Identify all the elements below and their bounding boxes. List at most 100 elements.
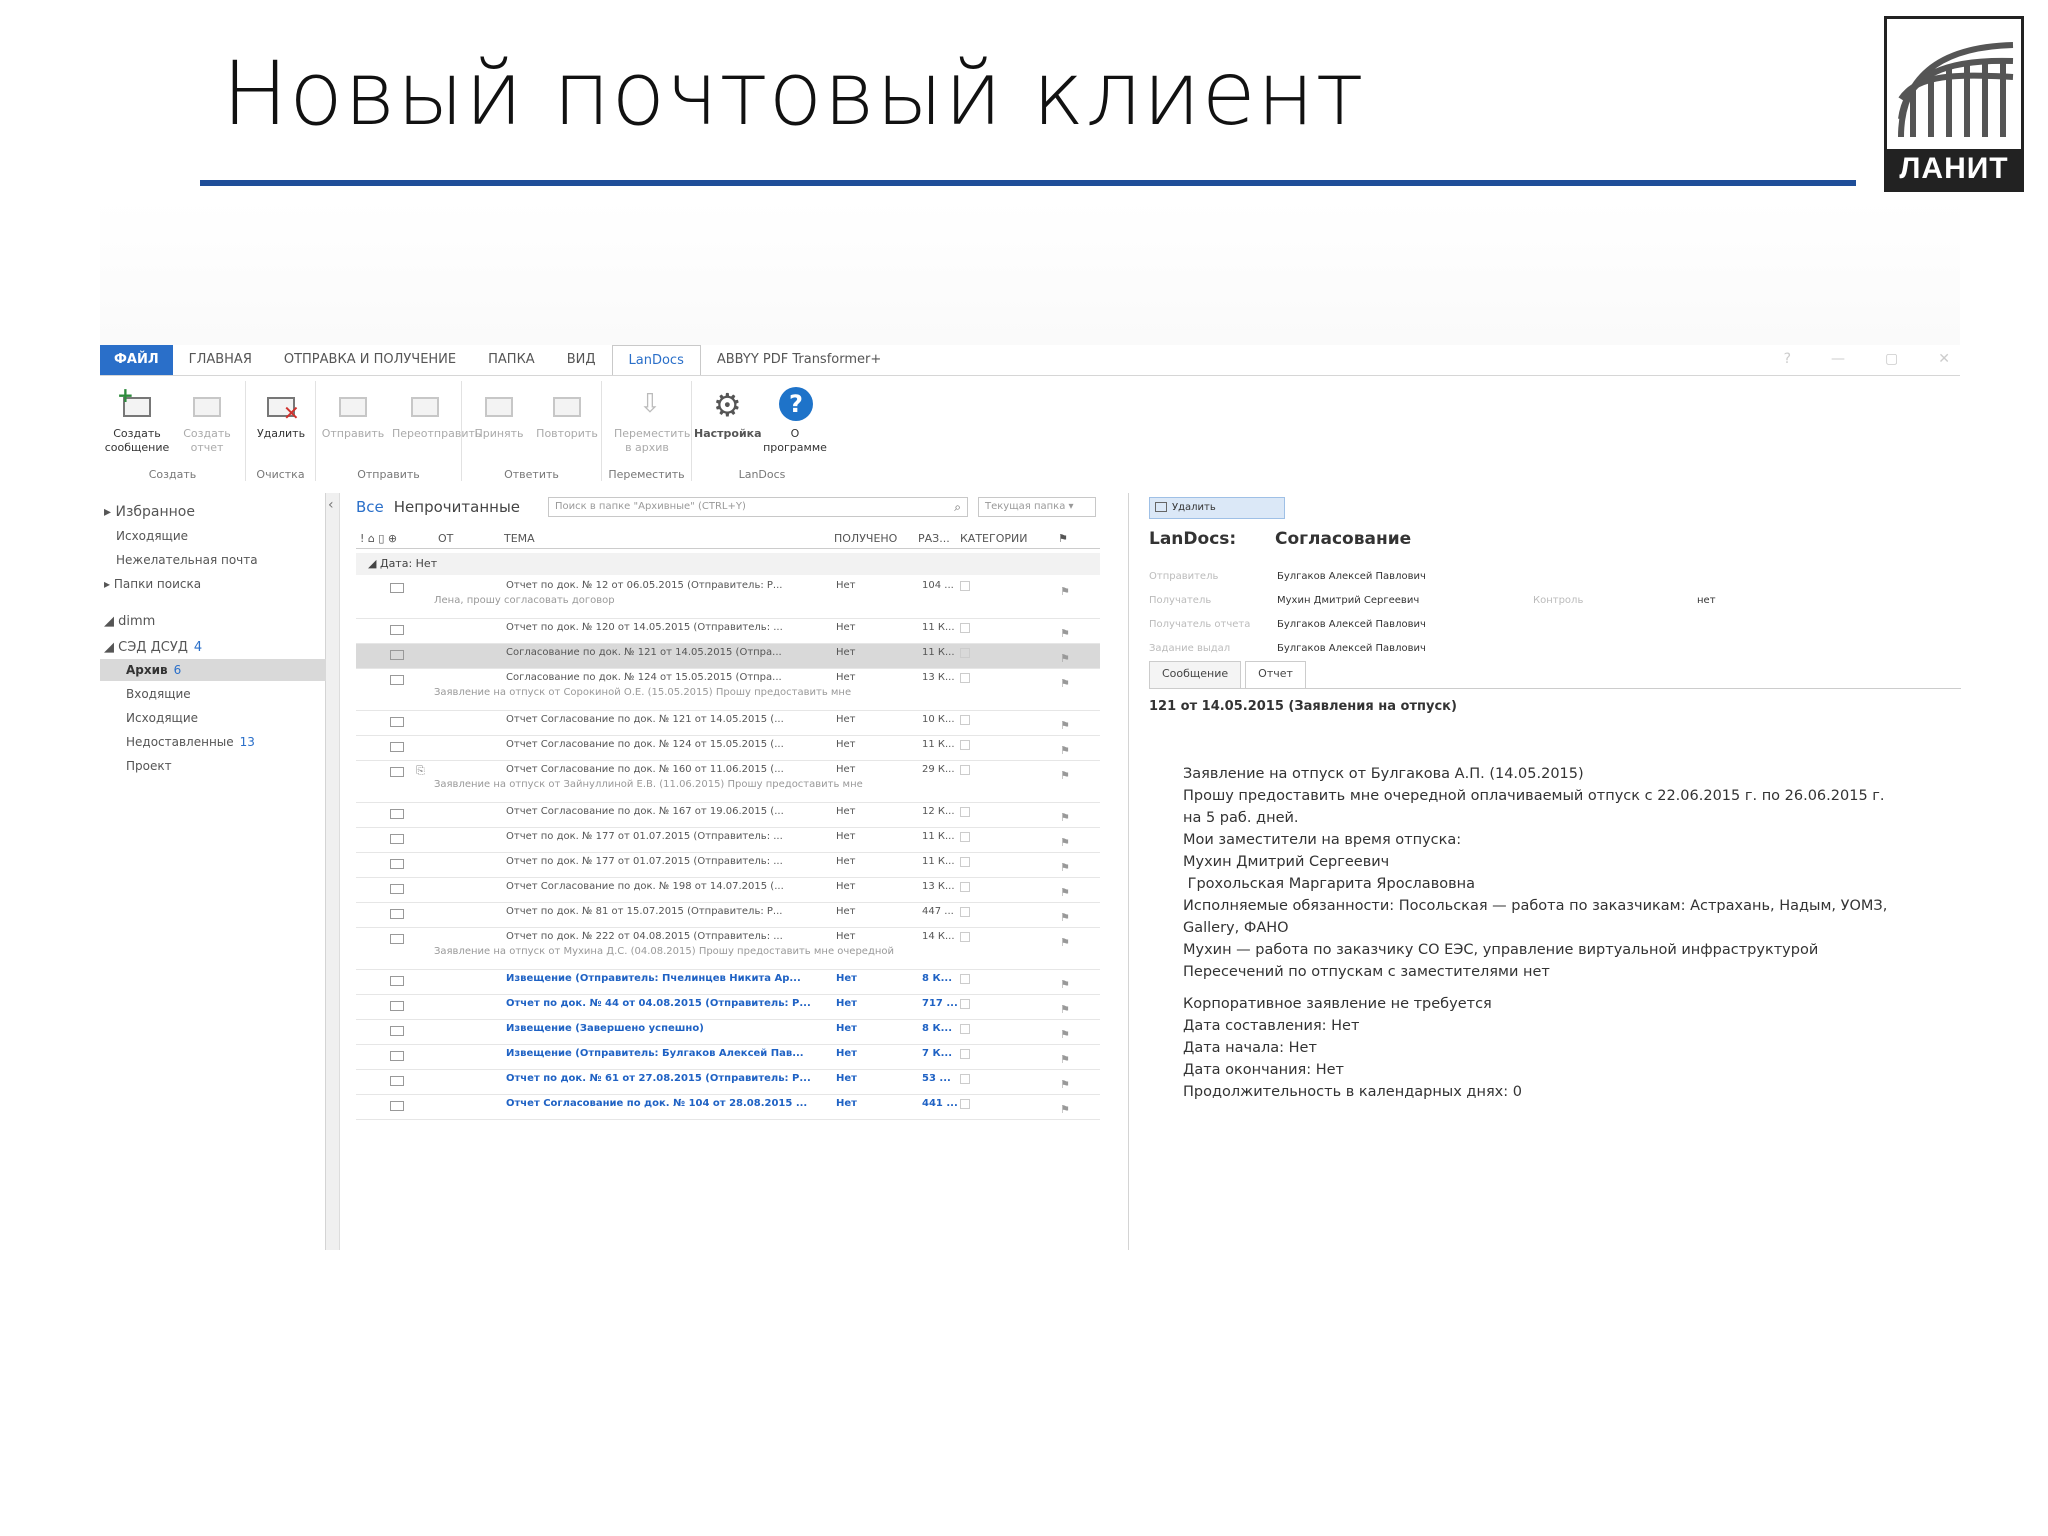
- category-box[interactable]: [960, 623, 970, 633]
- table-row[interactable]: Отчет по док. № 177 от 01.07.2015 (Отпра…: [356, 853, 1100, 878]
- forward-button[interactable]: Переотправить: [392, 381, 481, 441]
- col-received[interactable]: ПОЛУЧЕНО: [834, 532, 897, 545]
- flag-icon[interactable]: ⚑: [1060, 744, 1070, 757]
- send-button[interactable]: Отправить: [320, 381, 386, 441]
- category-box[interactable]: [960, 907, 970, 917]
- category-box[interactable]: [960, 999, 970, 1009]
- tab-file[interactable]: ФАЙЛ: [100, 345, 173, 375]
- col-importance-icon[interactable]: ! ⌂ ▯ ⊕: [360, 532, 397, 545]
- table-row[interactable]: Отчет по док. № 12 от 06.05.2015 (Отправ…: [356, 577, 1100, 619]
- table-row[interactable]: Отчет Согласование по док. № 198 от 14.0…: [356, 878, 1100, 903]
- table-row[interactable]: Извещение (Отправитель: Пчелинцев Никита…: [356, 970, 1100, 995]
- category-box[interactable]: [960, 715, 970, 725]
- table-row[interactable]: Отчет по док. № 81 от 15.07.2015 (Отправ…: [356, 903, 1100, 928]
- accept-button[interactable]: Принять: [466, 381, 532, 441]
- tab-view[interactable]: ВИД: [551, 345, 612, 375]
- flag-icon[interactable]: ⚑: [1060, 719, 1070, 732]
- category-box[interactable]: [960, 1099, 970, 1109]
- table-row[interactable]: Отчет по док. № 61 от 27.08.2015 (Отправ…: [356, 1070, 1100, 1095]
- table-row[interactable]: Согласование по док. № 124 от 15.05.2015…: [356, 669, 1100, 711]
- delete-button[interactable]: ✕ Удалить: [248, 381, 314, 441]
- flag-icon[interactable]: ⚑: [1060, 585, 1070, 598]
- table-row[interactable]: Извещение (Завершено успешно) Нет 8 К... ⚑: [356, 1020, 1100, 1045]
- category-box[interactable]: [960, 1074, 970, 1084]
- flag-icon[interactable]: ⚑: [1060, 1053, 1070, 1066]
- tab-report[interactable]: Отчет: [1245, 661, 1306, 689]
- repeat-button[interactable]: Повторить: [534, 381, 600, 441]
- table-row[interactable]: Отчет Согласование по док. № 121 от 14.0…: [356, 711, 1100, 736]
- category-box[interactable]: [960, 1049, 970, 1059]
- flag-icon[interactable]: ⚑: [1060, 1003, 1070, 1016]
- tab-landocs[interactable]: LanDocs: [611, 345, 701, 375]
- folder-scrollbar[interactable]: [326, 493, 340, 1250]
- folder-draft[interactable]: Проект: [126, 755, 172, 777]
- close-window-icon[interactable]: ✕: [1938, 351, 1950, 367]
- col-subject[interactable]: ТЕМА: [504, 532, 535, 545]
- tab-home[interactable]: ГЛАВНАЯ: [173, 345, 268, 375]
- category-box[interactable]: [960, 740, 970, 750]
- category-box[interactable]: [960, 857, 970, 867]
- folder-archive[interactable]: Архив 6: [100, 659, 326, 681]
- folder-outbox[interactable]: Исходящие: [116, 525, 188, 547]
- table-row[interactable]: Отчет Согласование по док. № 104 от 28.0…: [356, 1095, 1100, 1120]
- collapse-icon[interactable]: ‹: [328, 497, 334, 513]
- search-input[interactable]: Поиск в папке "Архивные" (CTRL+Y) ⌕: [548, 497, 968, 517]
- table-row[interactable]: Отчет по док. № 177 от 01.07.2015 (Отпра…: [356, 828, 1100, 853]
- flag-icon[interactable]: ⚑: [1060, 886, 1070, 899]
- settings-button[interactable]: ⚙ Настройка: [694, 381, 762, 441]
- folder-outgoing[interactable]: Исходящие: [126, 707, 198, 729]
- flag-icon[interactable]: ⚑: [1060, 1103, 1070, 1116]
- tab-folder[interactable]: ПАПКА: [472, 345, 551, 375]
- tab-send-receive[interactable]: ОТПРАВКА И ПОЛУЧЕНИЕ: [268, 345, 472, 375]
- account-dimm[interactable]: ◢ dimm: [104, 611, 155, 633]
- group-header[interactable]: ◢ Дата: Нет: [356, 553, 1100, 575]
- folder-undelivered[interactable]: Недоставленные 13: [126, 731, 255, 753]
- flag-icon[interactable]: ⚑: [1060, 652, 1070, 665]
- folder-junk[interactable]: Нежелательная почта: [116, 549, 258, 571]
- flag-icon[interactable]: ⚑: [1060, 978, 1070, 991]
- tab-message[interactable]: Сообщение: [1149, 661, 1242, 689]
- flag-icon[interactable]: ⚑: [1060, 836, 1070, 849]
- flag-icon[interactable]: ⚑: [1060, 1028, 1070, 1041]
- category-box[interactable]: [960, 673, 970, 683]
- reading-delete-button[interactable]: Удалить: [1149, 497, 1285, 519]
- flag-icon[interactable]: ⚑: [1060, 811, 1070, 824]
- category-box[interactable]: [960, 581, 970, 591]
- table-row[interactable]: Отчет Согласование по док. № 124 от 15.0…: [356, 736, 1100, 761]
- category-box[interactable]: [960, 974, 970, 984]
- create-message-button[interactable]: + Создать сообщение: [104, 381, 170, 455]
- category-box[interactable]: [960, 932, 970, 942]
- col-flag-icon[interactable]: ⚑: [1058, 532, 1068, 545]
- create-report-button[interactable]: Создать отчет: [174, 381, 240, 455]
- flag-icon[interactable]: ⚑: [1060, 769, 1070, 782]
- table-row[interactable]: Отчет Согласование по док. № 167 от 19.0…: [356, 803, 1100, 828]
- flag-icon[interactable]: ⚑: [1060, 936, 1070, 949]
- flag-icon[interactable]: ⚑: [1060, 1078, 1070, 1091]
- category-box[interactable]: [960, 648, 970, 658]
- category-box[interactable]: [960, 807, 970, 817]
- col-categories[interactable]: КАТЕГОРИИ: [960, 532, 1027, 545]
- folder-search-folders[interactable]: ▸ Папки поиска: [104, 573, 201, 595]
- help-window-icon[interactable]: ?: [1784, 351, 1791, 367]
- flag-icon[interactable]: ⚑: [1060, 911, 1070, 924]
- flag-icon[interactable]: ⚑: [1060, 861, 1070, 874]
- table-row[interactable]: Отчет по док. № 120 от 14.05.2015 (Отпра…: [356, 619, 1100, 644]
- category-box[interactable]: [960, 832, 970, 842]
- filter-all[interactable]: Все: [356, 498, 384, 516]
- minimize-icon[interactable]: —: [1831, 351, 1845, 367]
- about-button[interactable]: ? О программе: [762, 381, 828, 455]
- table-row[interactable]: Согласование по док. № 121 от 14.05.2015…: [356, 644, 1100, 669]
- flag-icon[interactable]: ⚑: [1060, 677, 1070, 690]
- category-box[interactable]: [960, 1024, 970, 1034]
- table-row[interactable]: ⎘ Отчет Согласование по док. № 160 от 11.…: [356, 761, 1100, 803]
- folder-sed[interactable]: ◢ СЭД ДСУД 4: [104, 637, 202, 659]
- move-archive-button[interactable]: ⇩ Переместить в архив: [614, 381, 690, 455]
- folder-inbox[interactable]: Входящие: [126, 683, 191, 705]
- col-size[interactable]: РАЗ...: [918, 532, 950, 545]
- flag-icon[interactable]: ⚑: [1060, 627, 1070, 640]
- table-row[interactable]: Извещение (Отправитель: Булгаков Алексей…: [356, 1045, 1100, 1070]
- folder-favorites[interactable]: ▸ Избранное: [104, 501, 195, 523]
- tab-abbyy[interactable]: ABBYY PDF Transformer+: [701, 345, 897, 375]
- table-row[interactable]: Отчет по док. № 44 от 04.08.2015 (Отправ…: [356, 995, 1100, 1020]
- search-scope-select[interactable]: Текущая папка ▾: [978, 497, 1096, 517]
